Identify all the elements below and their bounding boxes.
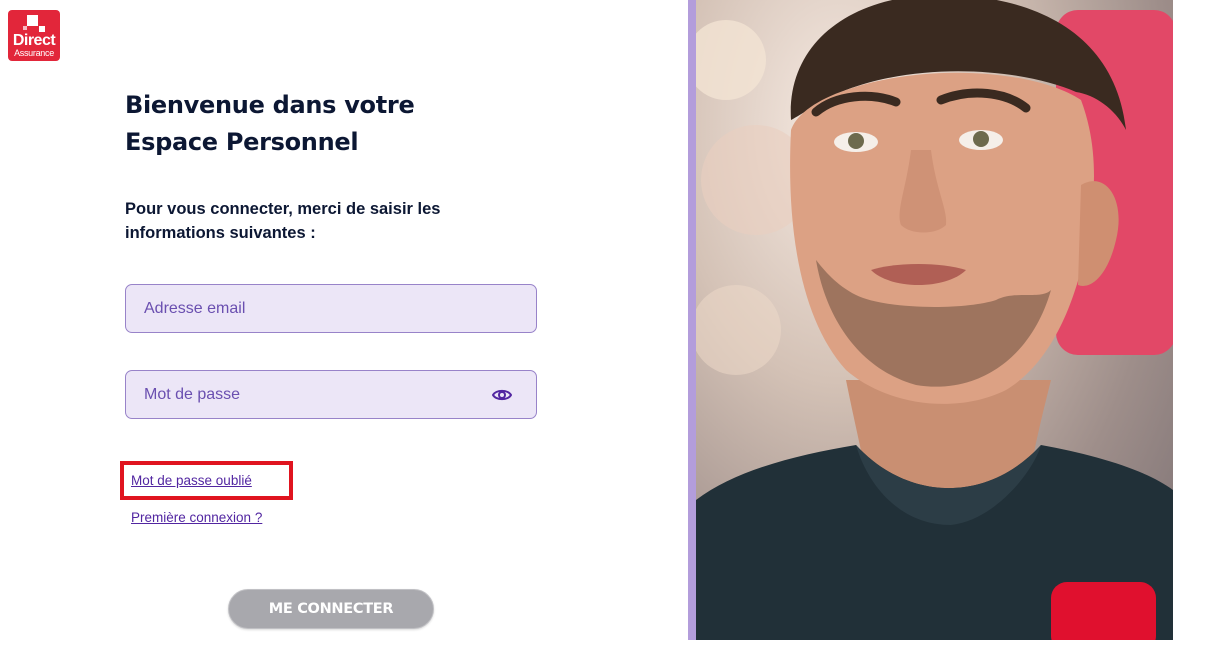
first-login-link[interactable]: Première connexion ? [131,510,262,526]
login-instructions-line1: Pour vous connecter, merci de saisir les [125,200,441,218]
direct-assurance-logo[interactable]: Direct Assurance [8,10,60,61]
forgot-password-link[interactable]: Mot de passe oublié [131,473,252,489]
email-input[interactable] [126,285,536,332]
page-title-line1: Bienvenue dans votre [125,91,415,119]
hero-image [688,0,1173,640]
eye-icon[interactable] [491,386,513,404]
logo-text-direct: Direct [12,32,56,49]
hero-photo [696,0,1173,640]
login-instructions: Pour vous connecter, merci de saisir les… [125,197,545,245]
page-title-line2: Espace Personnel [125,128,359,156]
password-field [125,370,537,419]
email-field [125,284,537,333]
page-title: Bienvenue dans votre Espace Personnel [125,87,545,161]
login-button[interactable]: ME CONNECTER [228,589,434,629]
logo-square-tiny-icon [23,26,27,30]
password-input[interactable] [126,371,536,418]
logo-square-icon [27,15,38,26]
hero-accent-stripe [688,0,696,640]
logo-text-assurance: Assurance [14,48,54,58]
hero-photo-illustration [696,0,1173,640]
login-instructions-line2: informations suivantes : [125,224,316,242]
